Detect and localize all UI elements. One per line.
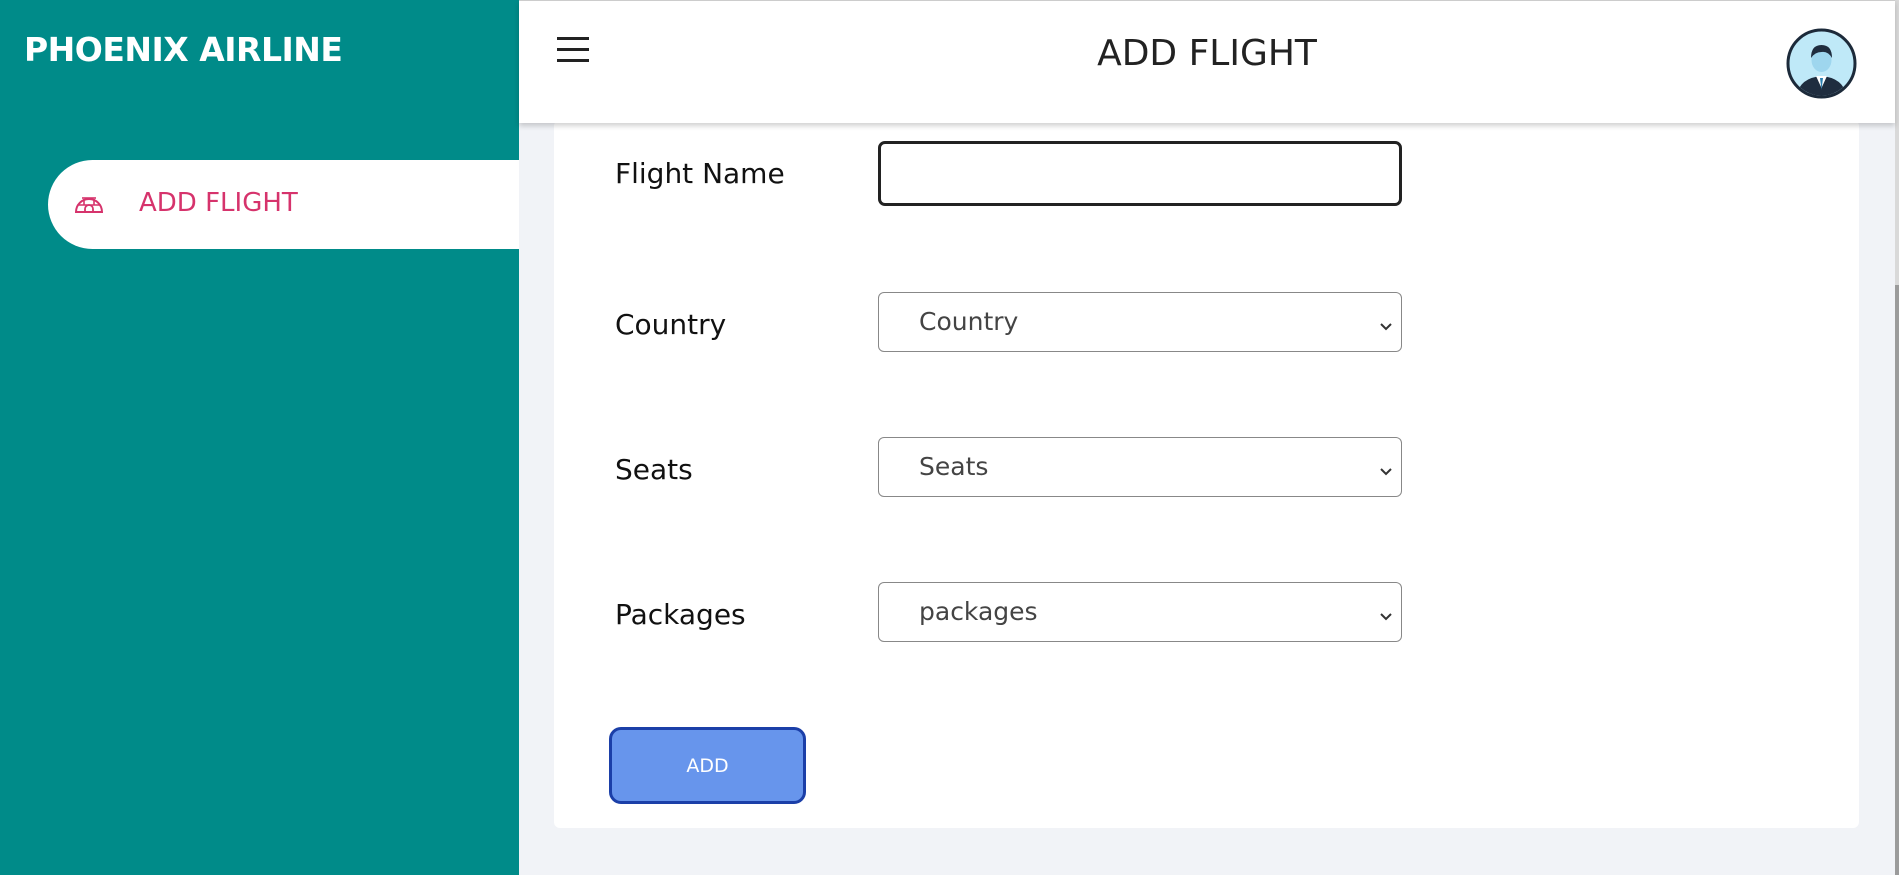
country-select[interactable]: Country (878, 292, 1402, 352)
page-title: ADD FLIGHT (1097, 33, 1317, 74)
packages-label: Packages (615, 598, 746, 631)
user-avatar-icon[interactable] (1786, 28, 1857, 99)
sidebar-item-label: ADD FLIGHT (139, 188, 298, 218)
chevron-down-icon (1379, 607, 1393, 621)
country-label: Country (615, 308, 727, 341)
flight-name-label: Flight Name (615, 157, 785, 190)
vertical-scrollbar[interactable] (1895, 0, 1899, 875)
packages-select[interactable]: packages (878, 582, 1402, 642)
add-flight-form: Flight Name Country Country Seats Seats … (554, 120, 1859, 828)
scrollbar-thumb[interactable] (1895, 285, 1899, 875)
packages-select-value: packages (919, 597, 1038, 626)
add-flight-button[interactable]: ADD (609, 727, 806, 804)
seats-select-value: Seats (919, 452, 989, 481)
flight-name-input[interactable] (878, 141, 1402, 206)
igloo-icon (74, 188, 104, 216)
chevron-down-icon (1379, 462, 1393, 476)
sidebar: PHOENIX AIRLINE ADD FLIGHT (0, 0, 519, 875)
country-select-value: Country (919, 307, 1019, 336)
sidebar-item-add-flight[interactable]: ADD FLIGHT (48, 160, 519, 249)
brand-title: PHOENIX AIRLINE (24, 30, 343, 69)
chevron-down-icon (1379, 317, 1393, 331)
top-header: ADD FLIGHT (519, 0, 1895, 123)
seats-select[interactable]: Seats (878, 437, 1402, 497)
seats-label: Seats (615, 453, 693, 486)
